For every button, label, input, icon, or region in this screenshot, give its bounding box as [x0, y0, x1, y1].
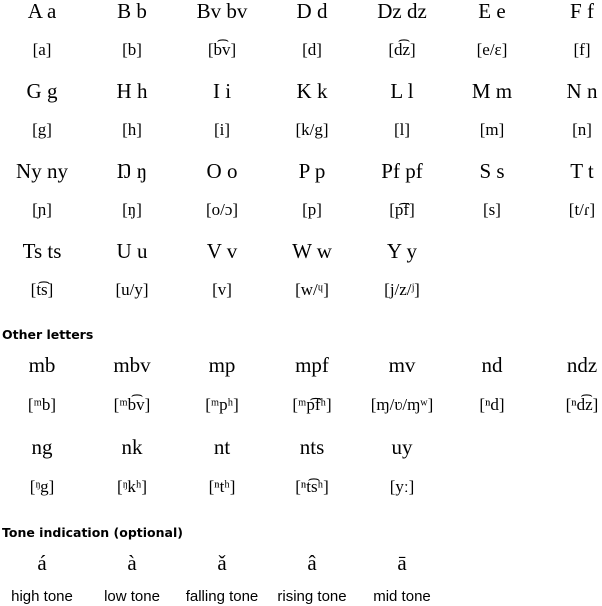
ipa-cell: [ᵐpʰ]	[205, 395, 239, 414]
tone-name: mid tone	[373, 588, 431, 605]
tone-indication-heading: Tone indication (optional)	[2, 525, 183, 540]
tone-name: falling tone	[185, 588, 259, 605]
letter-cell: Dz dz	[377, 0, 427, 23]
ipa-cell: [d]	[302, 40, 322, 59]
ipa-cell: [yː]	[389, 477, 415, 496]
ipa-cell: [v]	[212, 280, 232, 299]
letter-cell: P p	[298, 159, 326, 183]
tone-mark: ā	[397, 551, 407, 575]
ipa-cell: [u/y]	[115, 280, 149, 299]
letter-cell: A a	[27, 0, 57, 23]
ipa-cell: [n]	[572, 120, 592, 139]
ipa-cell: [h]	[122, 120, 142, 139]
letter-cell: ng	[31, 435, 53, 459]
letter-cell: N n	[566, 79, 598, 103]
letter-cell: O o	[206, 159, 238, 183]
letter-cell: K k	[296, 79, 328, 103]
ipa-cell: [i]	[213, 120, 231, 139]
letter-cell: I i	[212, 79, 232, 103]
letter-cell: Y y	[386, 239, 418, 263]
ipa-cell: [p]	[302, 200, 322, 219]
tone-mark: ǎ	[217, 551, 227, 575]
letter-cell: T t	[570, 159, 594, 183]
letter-cell: E e	[478, 0, 506, 23]
ipa-cell: [ᵐb͡v]	[113, 395, 151, 414]
letter-cell: W w	[292, 239, 332, 263]
letter-cell: nd	[481, 353, 503, 377]
letter-cell: mpf	[295, 353, 329, 377]
ipa-cell: [ɲ]	[32, 200, 52, 219]
other-letters-heading: Other letters	[2, 327, 94, 342]
ipa-cell: [ⁿd͡z]	[565, 395, 599, 414]
ipa-cell: [ᵑg]	[29, 477, 55, 496]
letter-cell: Ŋ ŋ	[116, 159, 148, 183]
letter-cell: Pf pf	[381, 159, 423, 183]
ipa-cell: [p͡f]	[389, 200, 415, 219]
letter-cell: nk	[121, 435, 143, 459]
ipa-cell: [ⁿd]	[479, 395, 505, 414]
ipa-cell: [o/ɔ]	[205, 200, 239, 219]
ipa-cell: [ŋ]	[122, 200, 142, 219]
ipa-cell: [d͡z]	[388, 40, 416, 59]
ipa-cell: [j/z/ʲ]	[384, 280, 420, 299]
ipa-cell: [ⁿt͡sʰ]	[295, 477, 329, 496]
letter-cell: uy	[391, 435, 413, 459]
tone-name: rising tone	[277, 588, 347, 605]
ipa-cell: [w/ᶣ]	[295, 280, 329, 299]
letter-cell: B b	[117, 0, 147, 23]
tone-name: high tone	[11, 588, 73, 605]
ipa-cell: [b͡v]	[207, 40, 237, 59]
ipa-cell: [g]	[32, 120, 52, 139]
ipa-cell: [m]	[479, 120, 505, 139]
letter-cell: Ts ts	[22, 239, 62, 263]
letter-cell: G g	[26, 79, 58, 103]
tone-mark: à	[127, 551, 137, 575]
letter-cell: nt	[213, 435, 231, 459]
ipa-cell: [f]	[573, 40, 591, 59]
ipa-cell: [e/ɛ]	[476, 40, 508, 59]
letter-cell: S s	[479, 159, 505, 183]
letter-cell: U u	[116, 239, 148, 263]
letter-cell: mbv	[113, 353, 151, 377]
letter-cell: nts	[299, 435, 325, 459]
ipa-cell: [ᵑkʰ]	[116, 477, 148, 496]
ipa-cell: [b]	[122, 40, 142, 59]
ipa-cell: [t͡s]	[30, 280, 54, 299]
letter-cell: L l	[390, 79, 414, 103]
ipa-cell: [s]	[483, 200, 501, 219]
letter-cell: F f	[570, 0, 594, 23]
letter-cell: mv	[388, 353, 416, 377]
ipa-cell: [l]	[393, 120, 411, 139]
letter-cell: V v	[206, 239, 238, 263]
letter-cell: D d	[296, 0, 328, 23]
tone-name: low tone	[104, 588, 160, 605]
letter-cell: mb	[28, 353, 56, 377]
tone-mark: á	[37, 551, 47, 575]
letter-cell: Bv bv	[196, 0, 248, 23]
ipa-cell: [ɱ/ʋ/ɱʷ]	[370, 395, 434, 414]
letter-cell: H h	[116, 79, 148, 103]
ipa-cell: [ᵐp͡fʰ]	[292, 395, 332, 414]
ipa-cell: [t/ɾ]	[568, 200, 596, 219]
letter-cell: Ny ny	[16, 159, 68, 183]
ipa-cell: [ⁿtʰ]	[208, 477, 236, 496]
ipa-cell: [ᵐb]	[27, 395, 57, 414]
letter-cell: mp	[208, 353, 236, 377]
letter-cell: ndz	[566, 353, 598, 377]
ipa-cell: [k/g]	[295, 120, 329, 139]
ipa-cell: [a]	[32, 40, 52, 59]
letter-cell: M m	[471, 79, 513, 103]
tone-mark: â	[307, 551, 317, 575]
